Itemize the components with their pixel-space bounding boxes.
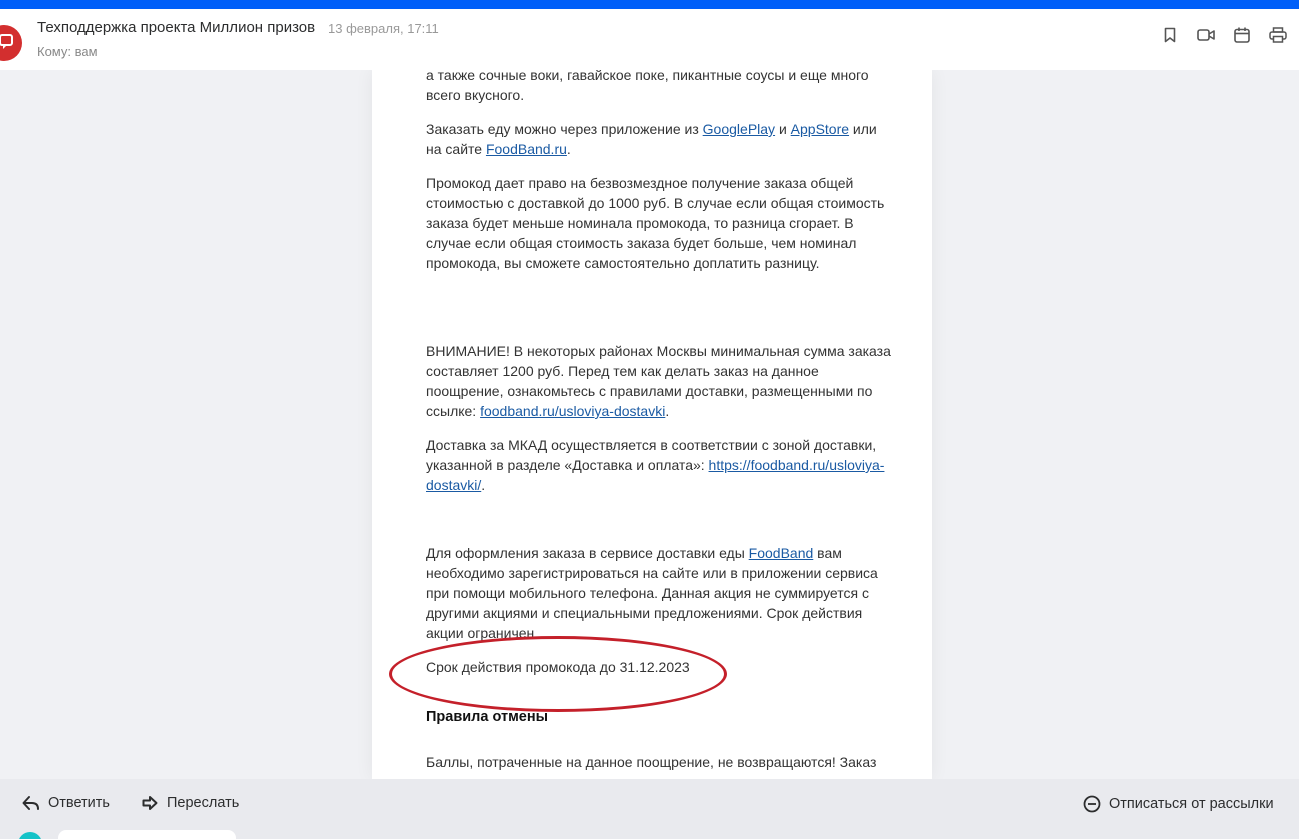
delivery-terms-link[interactable]: foodband.ru/usloviya-dostavki [480,403,665,419]
video-icon[interactable] [1197,26,1215,44]
minus-circle-icon [1083,795,1101,813]
bookmark-icon[interactable] [1161,26,1179,44]
forward-arrow-icon [142,796,158,810]
forward-label: Переслать [167,795,240,811]
unsubscribe-label: Отписаться от рассылки [1109,796,1274,812]
paragraph-food-description: а также сочные воки, гавайское поке, пик… [426,70,869,103]
paragraph-order-channels: Заказать еду можно через приложение из G… [426,121,877,157]
calendar-icon[interactable] [1233,26,1251,44]
appstore-link[interactable]: AppStore [791,121,849,137]
top-accent-bar [0,0,1299,9]
foodband-link[interactable]: FoodBand [749,545,814,561]
message-content-area[interactable]: а также сочные воки, гавайское поке, пик… [0,70,1299,779]
reply-button[interactable]: Ответить [22,795,110,811]
paragraph-attention: ВНИМАНИЕ! В некоторых районах Москвы мин… [426,343,891,419]
paragraph-promocode-terms: Промокод дает право на безвозмездное пол… [426,175,885,271]
forward-button[interactable]: Переслать [141,795,239,811]
unsubscribe-button[interactable]: Отписаться от рассылки [1083,795,1274,813]
message-date: 13 февраля, 17:11 [328,21,439,36]
promocode-expiry: Срок действия промокода до 31.12.2023 [426,659,690,675]
assistant-icon[interactable] [18,832,42,839]
print-icon[interactable] [1269,26,1287,44]
paragraph-registration: Для оформления заказа в сервисе доставки… [426,545,878,641]
sender-avatar[interactable] [0,25,22,61]
message-header: Техподдержка проекта Миллион призов 13 ф… [0,9,1299,70]
reply-label: Ответить [48,795,110,811]
googleplay-link[interactable]: GooglePlay [703,121,775,137]
cancellation-rules-heading: Правила отмены [426,709,549,725]
sender-name[interactable]: Техподдержка проекта Миллион призов [37,19,315,36]
header-actions [1161,26,1287,44]
recipient-line: Кому: вам [37,44,98,59]
message-footer-toolbar: Ответить Переслать Отписаться от рассылк… [0,779,1299,839]
email-body: а также сочные воки, гавайское поке, пик… [372,70,932,779]
bottom-input-pill[interactable] [58,830,236,839]
paragraph-mkad-delivery: Доставка за МКАД осуществляется в соотве… [426,437,885,493]
foodband-site-link[interactable]: FoodBand.ru [486,141,567,157]
paragraph-points-nonrefundable: Баллы, потраченные на данное поощрение, … [426,754,877,770]
chat-bubble-icon [0,34,13,49]
reply-arrow-icon [22,796,39,810]
